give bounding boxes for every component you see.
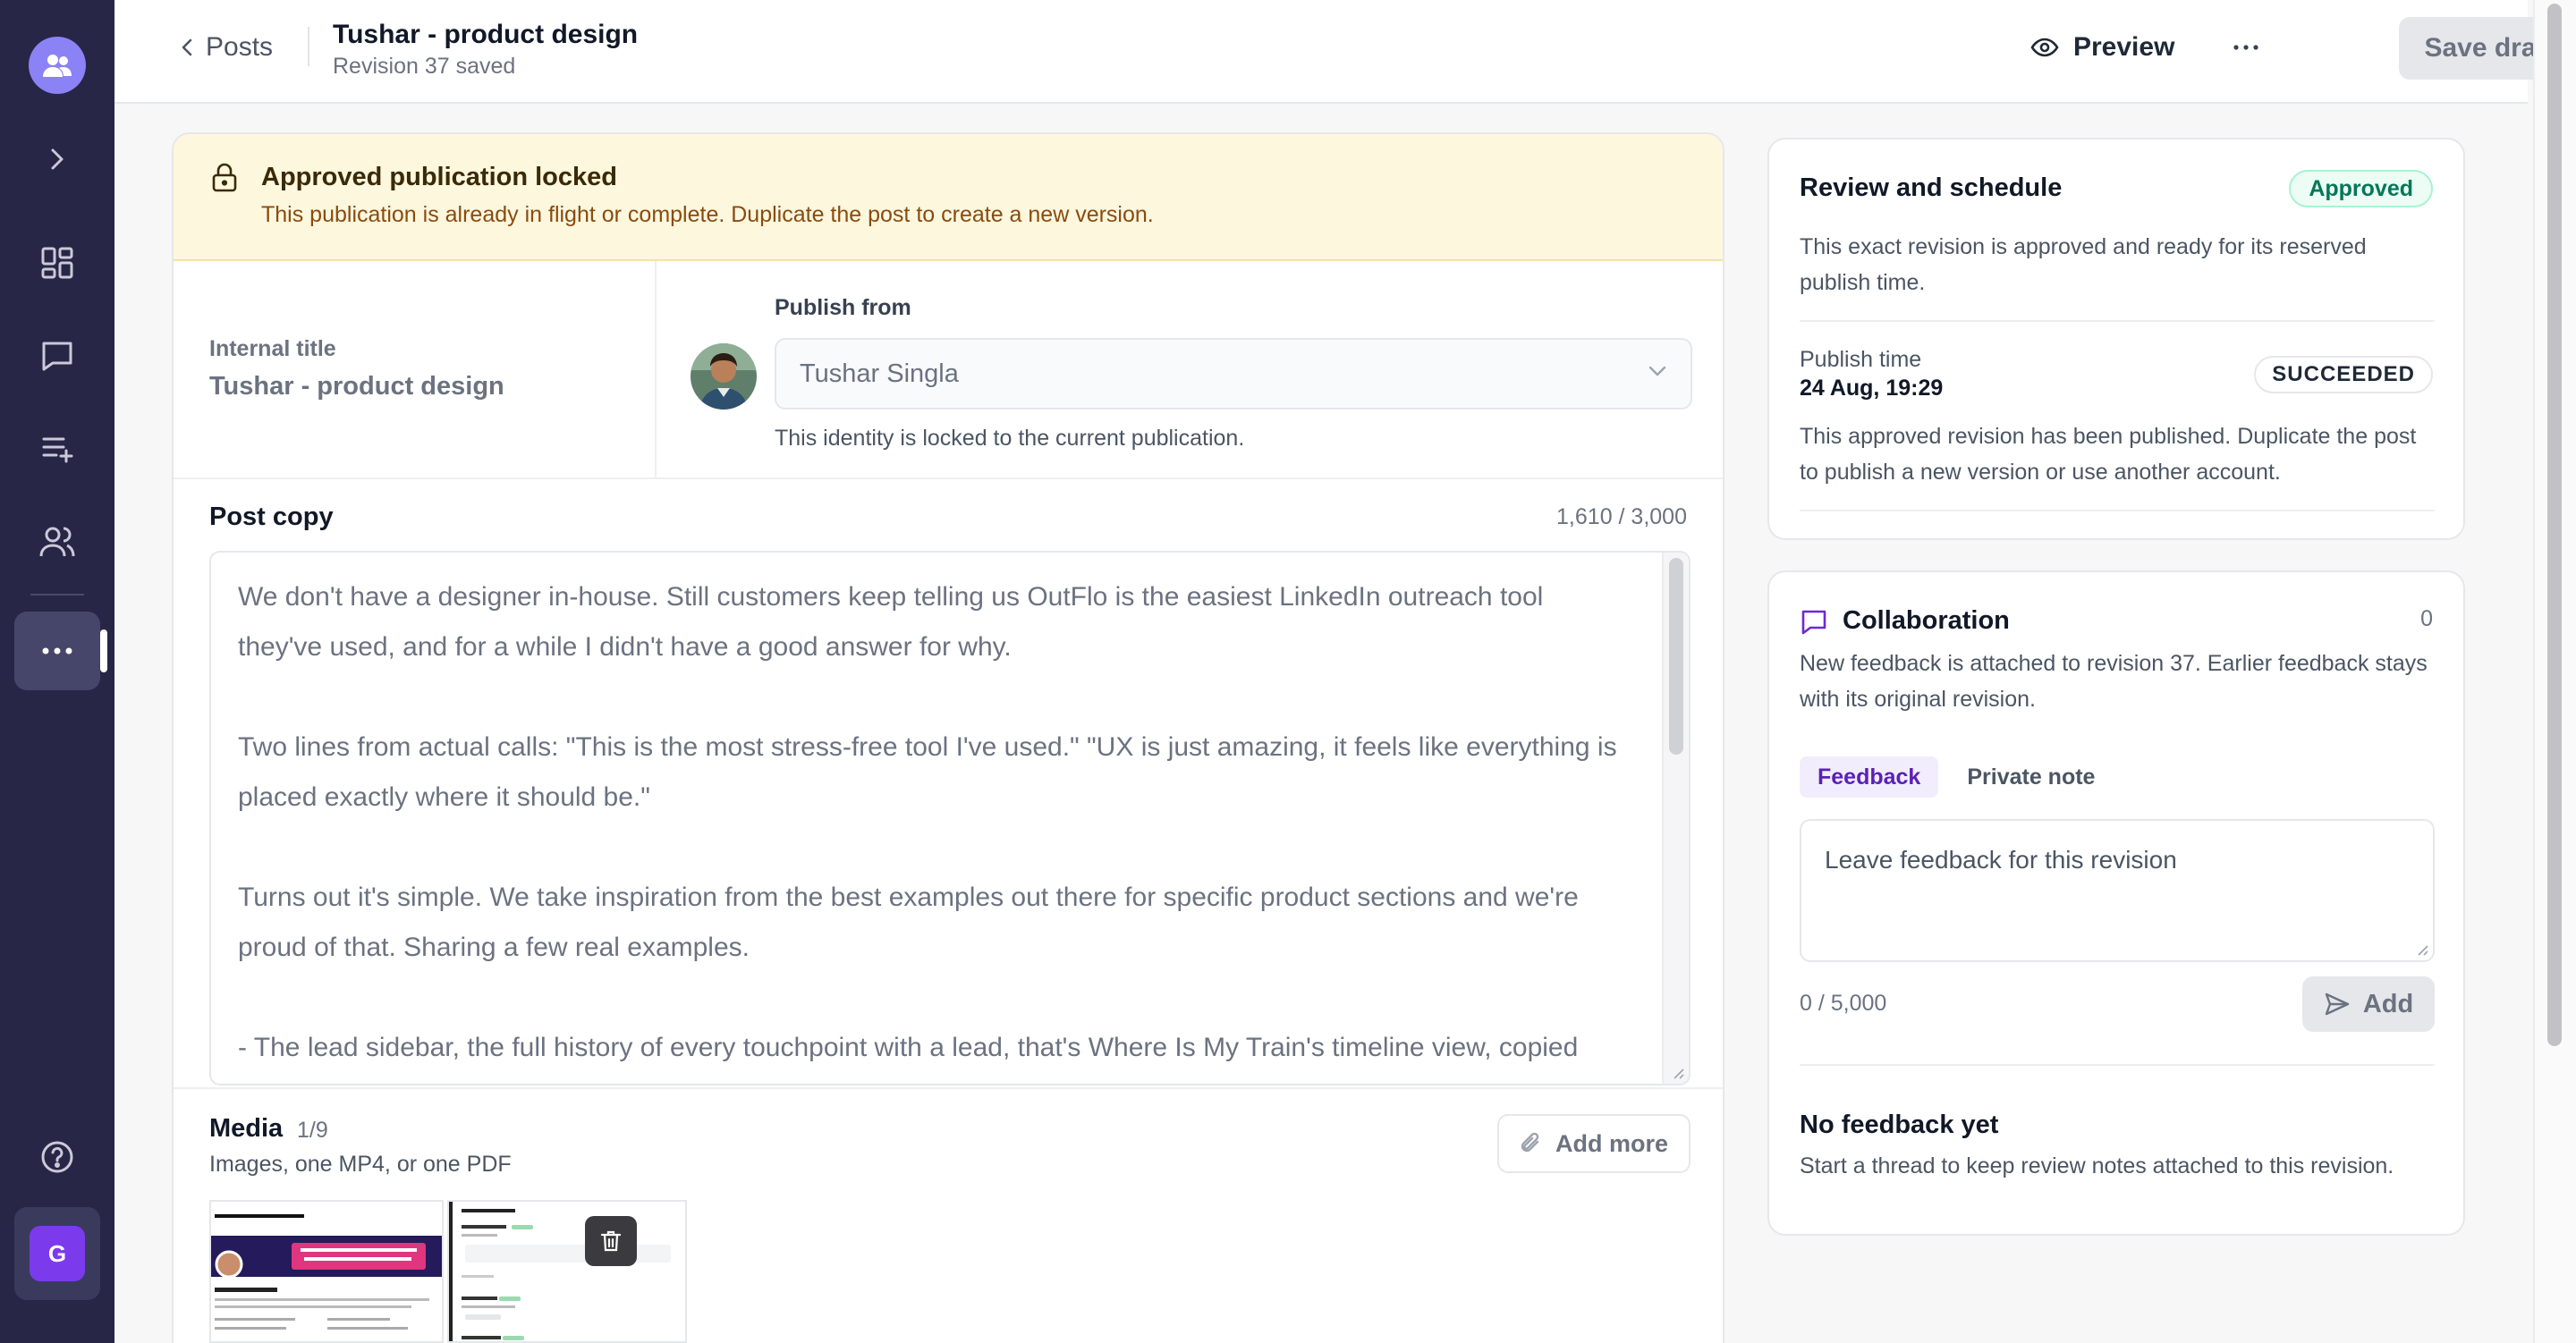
collaboration-title: Collaboration [1843, 606, 2010, 635]
resize-handle-icon[interactable] [1671, 1066, 1685, 1080]
post-copy-count: 1,610 / 3,000 [1556, 504, 1687, 529]
workspace-icon[interactable] [29, 37, 86, 94]
divider [1800, 510, 2435, 511]
publish-from-hint: This identity is locked to the current p… [775, 426, 1245, 451]
review-description: This exact revision is approved and read… [1800, 234, 2367, 295]
divider [174, 1087, 1723, 1089]
collaboration-card: Collaboration 0 New feedback is attached… [1767, 570, 2465, 1236]
dashboard-icon[interactable] [25, 231, 89, 295]
banner-description: This publication is already in flight or… [261, 202, 1154, 227]
post-editor: Approved publication locked This publica… [172, 132, 1724, 1343]
feedback-count: 0 [2420, 606, 2433, 631]
divider [308, 27, 309, 66]
tab-private-note[interactable]: Private note [1949, 756, 2113, 798]
active-indicator [100, 629, 107, 672]
more-icon[interactable] [14, 612, 100, 690]
page-title: Tushar - product design [333, 20, 639, 49]
review-schedule-card: Review and schedule Approved This exact … [1767, 138, 2465, 540]
publish-time-label: Publish time [1800, 347, 1922, 372]
publish-from-value: Tushar Singla [800, 359, 959, 388]
post-copy-text: We don't have a designer in-house. Still… [238, 582, 1617, 1062]
delete-media-button[interactable] [585, 1216, 637, 1266]
tab-feedback[interactable]: Feedback [1800, 756, 1939, 798]
send-icon [2325, 992, 2350, 1016]
chevron-down-icon [1648, 366, 1666, 376]
messages-icon[interactable] [25, 324, 89, 388]
empty-state-title: No feedback yet [1800, 1111, 1999, 1139]
page-scrollbar-thumb[interactable] [2547, 4, 2562, 1046]
publish-from-select[interactable]: Tushar Singla [775, 338, 1692, 410]
comment-icon [1801, 610, 1826, 635]
media-count: 1/9 [297, 1118, 328, 1143]
media-title: Media [209, 1114, 284, 1143]
trash-icon [600, 1230, 622, 1252]
publish-time-value: 24 Aug, 19:29 [1800, 376, 1944, 401]
media-thumbnail[interactable] [447, 1200, 687, 1343]
add-label: Add [2362, 989, 2414, 1018]
publish-status-badge: SUCCEEDED [2254, 356, 2433, 393]
internal-title-value: Tushar - product design [209, 372, 504, 401]
paperclip-icon [1521, 1132, 1539, 1153]
add-more-label: Add more [1555, 1129, 1668, 1157]
feedback-char-count: 0 / 5,000 [1800, 991, 1887, 1016]
account-avatar: G [30, 1226, 85, 1281]
back-link[interactable]: Posts [181, 32, 273, 63]
expand-icon[interactable] [25, 127, 89, 191]
collaboration-description: New feedback is attached to revision 37.… [1800, 651, 2428, 712]
profile-avatar [691, 343, 757, 410]
preview-label: Preview [2073, 32, 2175, 62]
queue-icon[interactable] [25, 417, 89, 481]
review-note: This approved revision has been publishe… [1800, 424, 2417, 485]
account-switcher[interactable]: G [14, 1207, 100, 1300]
post-copy-textarea[interactable]: We don't have a designer in-house. Still… [209, 551, 1690, 1085]
add-feedback-button[interactable]: Add [2302, 976, 2435, 1032]
rail-divider [30, 594, 84, 595]
banner-title: Approved publication locked [261, 163, 617, 191]
publish-from-label: Publish from [775, 295, 911, 320]
media-subtitle: Images, one MP4, or one PDF [209, 1152, 512, 1177]
empty-state-description: Start a thread to keep review notes atta… [1800, 1153, 2394, 1178]
ellipsis-icon [2233, 45, 2258, 50]
divider [1800, 1064, 2435, 1066]
textarea-scrollbar-thumb[interactable] [1669, 558, 1683, 755]
divider [1800, 320, 2435, 322]
lock-banner: Approved publication locked This publica… [174, 134, 1723, 261]
left-rail: G [0, 0, 114, 1343]
revision-status: Revision 37 saved [333, 54, 516, 79]
top-bar: Posts Tushar - product design Revision 3… [114, 0, 2576, 104]
feedback-tabs: Feedback Private note [1800, 756, 2113, 798]
help-icon[interactable] [25, 1125, 89, 1189]
internal-title-label: Internal title [209, 336, 336, 361]
contacts-icon[interactable] [25, 510, 89, 574]
feedback-textarea[interactable]: Leave feedback for this revision [1800, 819, 2435, 962]
eye-icon [2030, 38, 2059, 57]
add-more-button[interactable]: Add more [1497, 1114, 1690, 1173]
back-link-label: Posts [206, 32, 274, 62]
media-thumbnail[interactable] [209, 1200, 444, 1343]
preview-button[interactable]: Preview [2030, 32, 2174, 63]
chevron-left-icon [182, 38, 192, 56]
resize-handle-icon[interactable] [2415, 942, 2429, 957]
post-copy-label: Post copy [209, 503, 334, 531]
lock-icon [212, 163, 237, 192]
divider [655, 261, 657, 479]
review-title: Review and schedule [1800, 173, 2063, 202]
more-options-button[interactable] [2224, 27, 2268, 68]
status-badge: Approved [2289, 170, 2433, 207]
page-scrollbar[interactable] [2533, 0, 2576, 1343]
feedback-placeholder: Leave feedback for this revision [1825, 846, 2177, 874]
